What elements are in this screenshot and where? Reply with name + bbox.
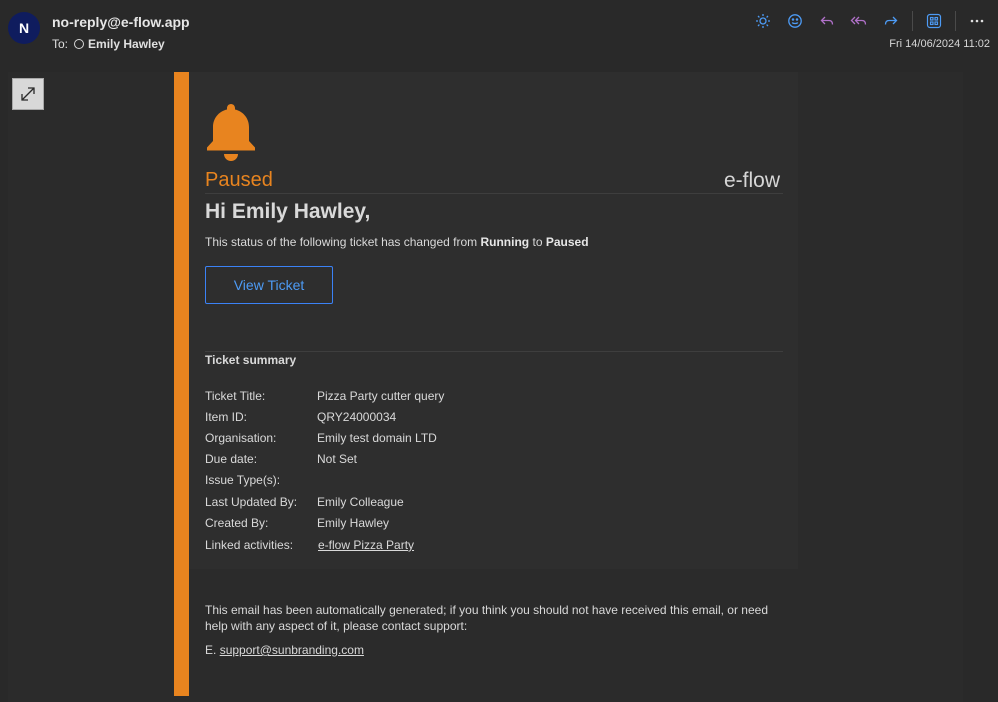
apps-icon[interactable]: [921, 10, 947, 32]
summary-value: Pizza Party cutter query: [317, 388, 445, 403]
support-prefix: E.: [205, 643, 217, 657]
summary-value: QRY24000034: [317, 409, 397, 424]
summary-value: Not Set: [317, 452, 358, 467]
summary-label: Linked activities:: [205, 537, 294, 552]
summary-label: Last Updated By:: [205, 494, 298, 509]
status-from: Running: [480, 235, 530, 249]
avatar-initial: N: [18, 20, 30, 36]
toolbar-separator: [912, 11, 913, 31]
status-accent-bar: [174, 72, 189, 696]
recipient-name[interactable]: Emily Hawley: [88, 37, 165, 51]
message-toolbar: [750, 10, 990, 32]
brand-logo: e-flow: [724, 169, 781, 192]
greeting: Hi Emily Hawley,: [205, 200, 371, 223]
ticket-summary-table: Ticket Title: Pizza Party cutter query I…: [205, 385, 444, 556]
summary-row: Item ID: QRY24000034: [205, 406, 444, 427]
view-ticket-button[interactable]: View Ticket: [205, 266, 333, 304]
summary-value: Emily test domain LTD: [317, 430, 437, 445]
presence-status-icon: [74, 39, 85, 49]
support-email-link[interactable]: support@sunbranding.com: [220, 643, 364, 657]
status-prefix: This status of the following ticket has …: [205, 235, 478, 249]
summary-label: Issue Type(s):: [205, 473, 281, 488]
brightness-icon[interactable]: [750, 10, 776, 32]
status-change-text: This status of the following ticket has …: [205, 235, 589, 249]
sender-address[interactable]: no-reply@e-flow.app: [52, 14, 190, 30]
summary-label: Ticket Title:: [205, 388, 266, 403]
linked-activity-link[interactable]: e-flow Pizza Party: [318, 538, 414, 552]
support-line: E. support@sunbranding.com: [205, 643, 364, 657]
summary-label: Due date:: [205, 452, 258, 467]
forward-icon[interactable]: [878, 10, 904, 32]
summary-row: Organisation: Emily test domain LTD: [205, 427, 444, 448]
recipient-line: To: Emily Hawley: [52, 37, 165, 51]
reply-icon[interactable]: [814, 10, 840, 32]
status-to: Paused: [545, 235, 589, 249]
summary-label: Item ID:: [205, 409, 248, 424]
summary-label: Organisation:: [205, 430, 277, 445]
emoji-icon[interactable]: [782, 10, 808, 32]
sender-avatar[interactable]: N: [8, 12, 40, 44]
bell-icon: [205, 102, 257, 167]
summary-value: Emily Hawley: [317, 515, 390, 530]
message-date: Fri 14/06/2024 11:02: [889, 38, 990, 50]
toolbar-separator: [955, 11, 956, 31]
expand-icon[interactable]: [12, 78, 44, 110]
summary-label: Created By:: [205, 515, 269, 530]
summary-row: Due date: Not Set: [205, 449, 444, 470]
summary-row: Issue Type(s):: [205, 470, 444, 491]
footer-text: This email has been automatically genera…: [205, 603, 768, 633]
to-label: To:: [52, 37, 69, 51]
summary-divider: [205, 351, 783, 352]
header-divider: [205, 193, 783, 194]
status-to-word: to: [532, 235, 543, 249]
status-title: Paused: [205, 169, 273, 191]
more-icon[interactable]: [964, 10, 990, 32]
summary-title: Ticket summary: [205, 353, 297, 367]
summary-row: Last Updated By: Emily Colleague: [205, 491, 444, 512]
summary-row: Ticket Title: Pizza Party cutter query: [205, 385, 444, 406]
summary-row-linked: Linked activities: e-flow Pizza Party: [205, 534, 444, 555]
reply-all-icon[interactable]: [846, 10, 872, 32]
summary-value: Emily Colleague: [317, 494, 404, 509]
summary-row: Created By: Emily Hawley: [205, 512, 444, 533]
